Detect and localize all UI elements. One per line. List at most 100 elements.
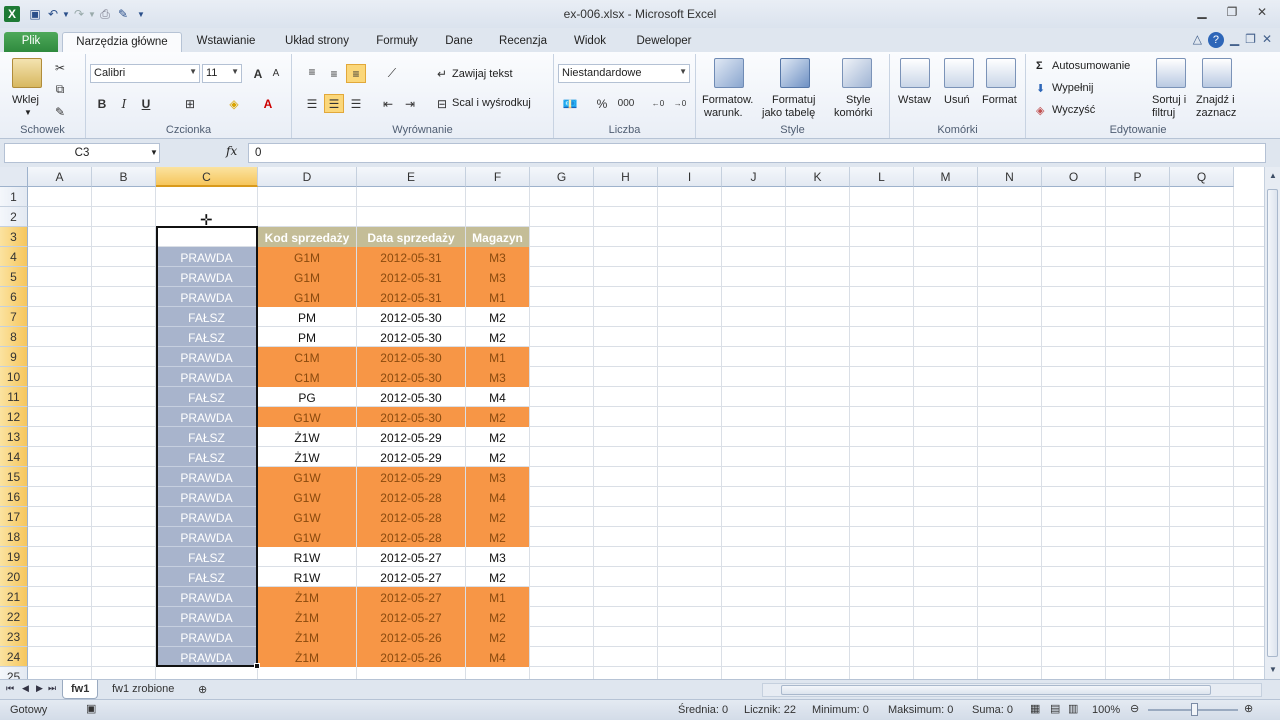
warehouse-cell[interactable]: M2 — [466, 427, 529, 447]
sale-date-cell[interactable]: 2012-05-30 — [357, 347, 465, 367]
warehouse-cell[interactable]: M2 — [466, 307, 529, 327]
sheet-tab-fw1[interactable]: fw1 — [62, 680, 99, 699]
row-header-15[interactable]: 15 — [0, 467, 28, 487]
sales-code-cell[interactable]: G1W — [258, 487, 356, 507]
tab-view[interactable]: Widok — [562, 32, 618, 52]
row-header-2[interactable]: 2 — [0, 207, 28, 227]
warehouse-cell[interactable]: M4 — [466, 487, 529, 507]
warehouse-cell[interactable]: M2 — [466, 507, 529, 527]
currency-icon[interactable]: 💶 — [560, 94, 580, 113]
decrease-decimal-icon[interactable]: →0 — [670, 94, 690, 113]
sales-code-cell[interactable]: G1M — [258, 287, 356, 307]
warehouse-cell[interactable]: M2 — [466, 327, 529, 347]
column-header-b[interactable]: B — [92, 167, 156, 187]
row-header-23[interactable]: 23 — [0, 627, 28, 647]
orientation-icon[interactable]: ⟋ — [382, 64, 402, 83]
zoom-level[interactable]: 100% — [1092, 704, 1120, 716]
sales-code-cell[interactable]: G1W — [258, 467, 356, 487]
bool-cell[interactable]: PRAWDA — [156, 467, 257, 487]
column-header-j[interactable]: J — [722, 167, 786, 187]
row-header-16[interactable]: 16 — [0, 487, 28, 507]
horizontal-scroll-thumb[interactable] — [781, 685, 1211, 695]
next-sheet-icon[interactable]: ▶ — [36, 683, 43, 694]
warehouse-cell[interactable]: M3 — [466, 367, 529, 387]
normal-view-icon[interactable]: ▦ — [1030, 702, 1040, 715]
align-middle-icon[interactable]: ≡ — [324, 64, 344, 83]
column-header-g[interactable]: G — [530, 167, 594, 187]
bool-cell[interactable]: PRAWDA — [156, 407, 257, 427]
delete-cells-icon[interactable] — [944, 58, 974, 88]
sale-date-cell[interactable]: 2012-05-31 — [357, 267, 465, 287]
minimize-icon[interactable]: ▁ — [1188, 2, 1216, 22]
fill-color-icon[interactable]: ◈ — [224, 94, 244, 113]
autosum-button[interactable]: Autosumowanie — [1052, 60, 1130, 72]
sale-date-cell[interactable]: 2012-05-28 — [357, 507, 465, 527]
row-header-13[interactable]: 13 — [0, 427, 28, 447]
sales-code-cell[interactable]: Ż1M — [258, 627, 356, 647]
sales-code-cell[interactable]: PM — [258, 307, 356, 327]
row-header-6[interactable]: 6 — [0, 287, 28, 307]
row-header-12[interactable]: 12 — [0, 407, 28, 427]
workbook-minimize-icon[interactable]: ▁ — [1230, 32, 1239, 48]
column-header-e[interactable]: E — [357, 167, 466, 187]
sales-code-cell[interactable]: PG — [258, 387, 356, 407]
sale-date-cell[interactable]: 2012-05-30 — [357, 307, 465, 327]
align-bottom-icon[interactable]: ≡ — [346, 64, 366, 83]
format-painter-icon[interactable]: ✎ — [50, 102, 70, 121]
warehouse-cell[interactable]: M2 — [466, 607, 529, 627]
sale-date-cell[interactable]: 2012-05-31 — [357, 247, 465, 267]
cell-styles-label-1[interactable]: Style — [846, 94, 870, 106]
sale-date-cell[interactable]: 2012-05-29 — [357, 447, 465, 467]
sale-date-cell[interactable]: 2012-05-27 — [357, 547, 465, 567]
row-header-17[interactable]: 17 — [0, 507, 28, 527]
conditional-format-label-1[interactable]: Formatow. — [702, 94, 753, 106]
insert-function-icon[interactable]: fx — [226, 144, 237, 158]
format-cells-icon[interactable] — [986, 58, 1016, 88]
bool-cell[interactable]: PRAWDA — [156, 367, 257, 387]
worksheet-grid[interactable]: ABCDEFGHIJKLMNOPQ 1 2 3 4 5 6 7 8 9 10 11 12 13 14 15 1… — [0, 167, 1264, 679]
warehouse-cell[interactable]: M3 — [466, 267, 529, 287]
bool-cell[interactable]: FAŁSZ — [156, 547, 257, 567]
bool-cell[interactable]: PRAWDA — [156, 247, 257, 267]
column-header-i[interactable]: I — [658, 167, 722, 187]
sale-date-cell[interactable]: 2012-05-27 — [357, 587, 465, 607]
row-header-7[interactable]: 7 — [0, 307, 28, 327]
grow-font-icon[interactable]: A — [248, 64, 268, 83]
underline-button[interactable]: U — [136, 94, 156, 113]
warehouse-cell[interactable]: M3 — [466, 467, 529, 487]
copy-icon[interactable]: ⧉ — [50, 80, 70, 99]
sales-code-cell[interactable]: G1W — [258, 507, 356, 527]
sales-code-cell[interactable]: G1W — [258, 407, 356, 427]
table-header-cell[interactable]: Data sprzedaży — [357, 227, 465, 247]
tab-developer[interactable]: Deweloper — [626, 32, 702, 52]
row-header-18[interactable]: 18 — [0, 527, 28, 547]
sales-code-cell[interactable]: Ż1M — [258, 587, 356, 607]
align-right-icon[interactable]: ☰ — [346, 94, 366, 113]
tab-home[interactable]: Narzędzia główne — [62, 32, 182, 52]
bool-cell[interactable]: FAŁSZ — [156, 447, 257, 467]
bool-cell[interactable]: PRAWDA — [156, 627, 257, 647]
percent-button[interactable]: % — [592, 94, 612, 113]
insert-cells-icon[interactable] — [900, 58, 930, 88]
row-header-22[interactable]: 22 — [0, 607, 28, 627]
bool-cell[interactable]: PRAWDA — [156, 587, 257, 607]
zoom-in-icon[interactable]: ⊕ — [1244, 702, 1253, 715]
decrease-indent-icon[interactable]: ⇤ — [378, 94, 398, 113]
find-select-label-1[interactable]: Znajdź i — [1196, 94, 1235, 106]
sales-code-cell[interactable]: Ż1M — [258, 647, 356, 667]
conditional-format-icon[interactable] — [714, 58, 744, 88]
bool-cell[interactable]: PRAWDA — [156, 527, 257, 547]
font-color-icon[interactable]: A — [258, 94, 278, 113]
sales-code-cell[interactable]: C1M — [258, 347, 356, 367]
warehouse-cell[interactable]: M2 — [466, 447, 529, 467]
warehouse-cell[interactable]: M3 — [466, 547, 529, 567]
font-name-box[interactable]: Calibri ▼ — [90, 64, 200, 83]
table-header-cell[interactable]: Kod sprzedaży — [258, 227, 356, 247]
row-header-10[interactable]: 10 — [0, 367, 28, 387]
row-header-9[interactable]: 9 — [0, 347, 28, 367]
paste-dropdown-icon[interactable]: ▼ — [24, 108, 32, 117]
insert-button[interactable]: Wstaw — [898, 94, 931, 106]
sales-code-cell[interactable]: Ż1W — [258, 447, 356, 467]
bool-cell[interactable]: PRAWDA — [156, 487, 257, 507]
sales-code-cell[interactable]: R1W — [258, 567, 356, 587]
